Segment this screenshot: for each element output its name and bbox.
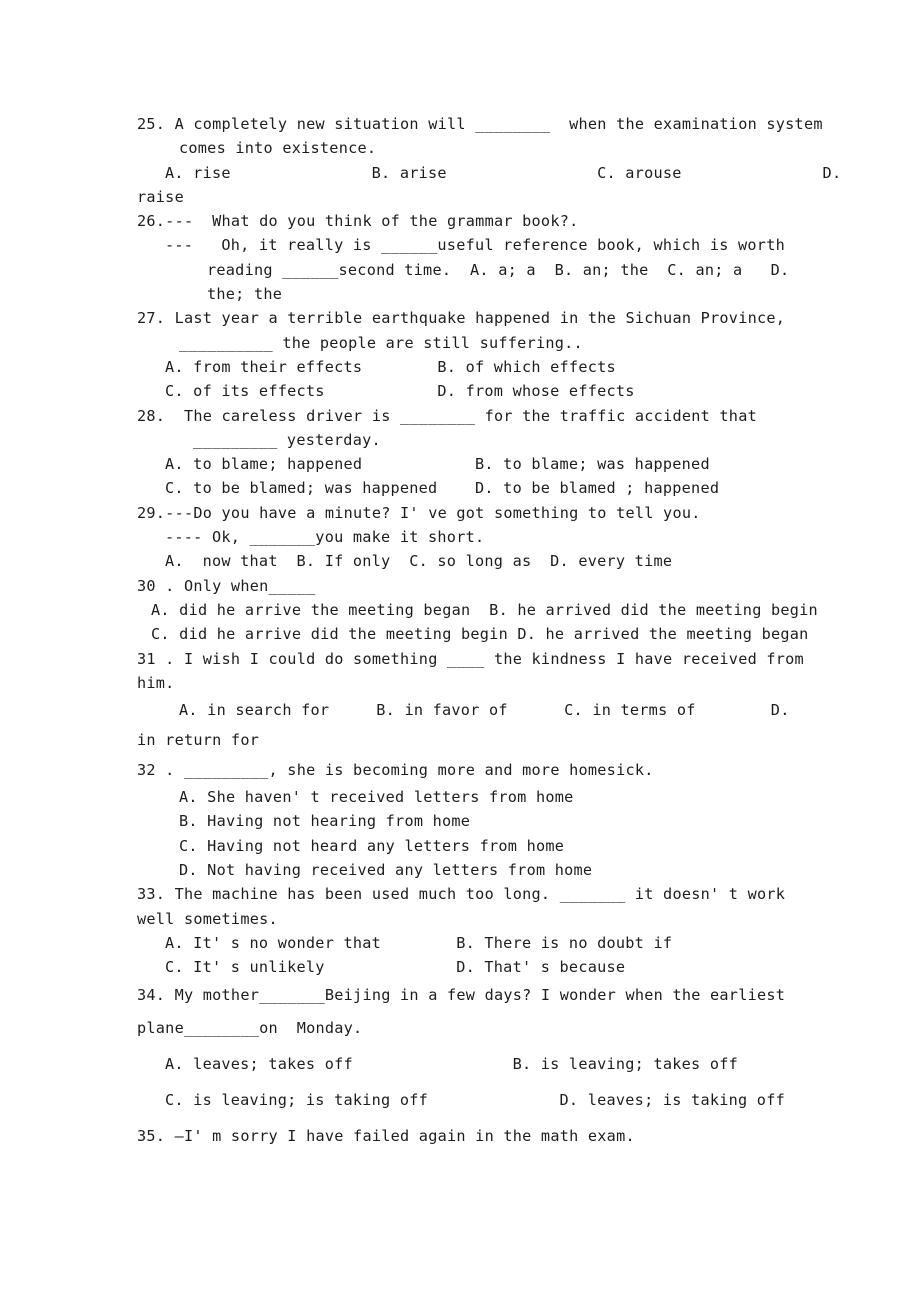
text-line: A. rise B. arise C. arouse D.: [165, 163, 842, 182]
text-line: A. to blame; happened B. to blame; was h…: [165, 455, 710, 474]
text-line: C. to be blamed; was happened D. to be b…: [165, 479, 720, 498]
text-line: him.: [137, 673, 175, 692]
text-line: the; the: [207, 285, 283, 304]
text-line: 32 . _________, she is becoming more and…: [137, 761, 654, 780]
text-line: C. is leaving; is taking off D. leaves; …: [165, 1090, 785, 1109]
text-line: C. It' s unlikely D. That' s because: [165, 958, 626, 977]
text-line: _________ yesterday.: [193, 430, 381, 449]
text-line: A. She haven' t received letters from ho…: [179, 788, 574, 807]
text-line: B. Having not hearing from home: [179, 812, 471, 831]
text-line: C. did he arrive did the meeting begin D…: [151, 625, 809, 644]
text-line: A. leaves; takes off B. is leaving; take…: [165, 1054, 739, 1073]
text-line: A. now that B. If only C. so long as D. …: [165, 552, 673, 571]
text-line: D. Not having received any letters from …: [179, 861, 593, 880]
text-line: ---- Ok, _______you make it short.: [165, 528, 485, 547]
text-line: 25. A completely new situation will ____…: [137, 115, 823, 133]
text-line: reading ______second time. A. a; a B. an…: [207, 260, 790, 279]
text-line: raise: [137, 187, 184, 206]
text-line: --- Oh, it really is ______useful refere…: [165, 236, 785, 255]
text-line: 31 . I wish I could do something ____ th…: [137, 649, 804, 668]
text-line: well sometimes.: [137, 909, 278, 928]
text-line: A. It' s no wonder that B. There is no d…: [165, 933, 673, 952]
text-line: A. did he arrive the meeting began B. he…: [151, 600, 818, 619]
text-line: A. from their effects B. of which effect…: [165, 357, 616, 376]
text-line: in return for: [137, 731, 260, 750]
text-line: 34. My mother_______Beijing in a few day…: [137, 985, 786, 1004]
text-line: __________ the people are still sufferin…: [179, 333, 583, 352]
text-line: 27. Last year a terrible earthquake happ…: [137, 309, 786, 328]
text-line: plane________on Monday.: [137, 1018, 363, 1037]
text-line: C. Having not heard any letters from hom…: [179, 836, 565, 855]
text-line: comes into existence.: [179, 139, 377, 158]
document-page: 25. A completely new situation will ____…: [0, 0, 920, 1302]
text-line: 26.--- What do you think of the grammar …: [137, 212, 579, 231]
text-line: 30 . Only when_____: [137, 576, 316, 595]
question-text-column: 25. A completely new situation will ____…: [137, 112, 842, 1154]
text-line: C. of its effects D. from whose effects: [165, 382, 635, 401]
text-line: 35. —I' m sorry I have failed again in t…: [137, 1126, 635, 1145]
text-line: 28. The careless driver is ________ for …: [137, 406, 757, 425]
text-line: 29.---Do you have a minute? I' ve got so…: [137, 503, 701, 522]
text-line: A. in search for B. in favor of C. in te…: [179, 701, 790, 720]
text-line: 33. The machine has been used much too l…: [137, 885, 786, 904]
